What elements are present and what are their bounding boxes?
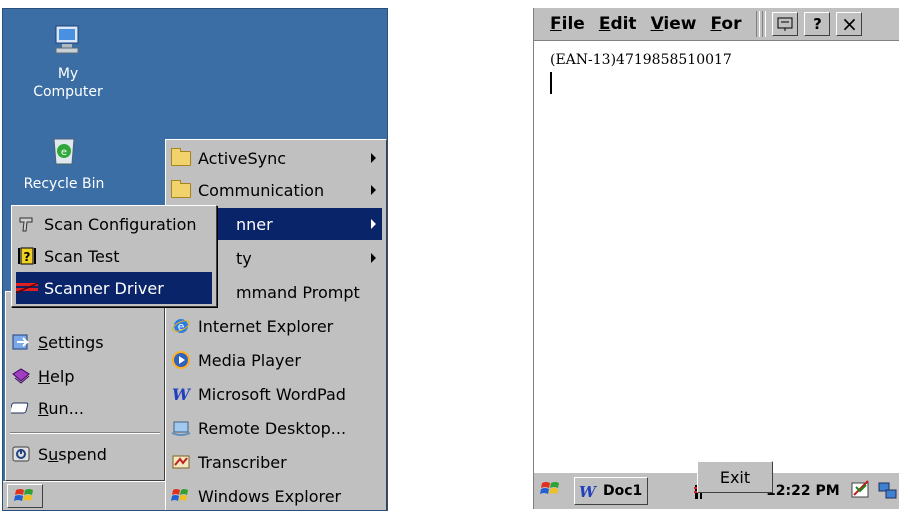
document-text[interactable]: (EAN-13)4719858510017 xyxy=(550,52,732,68)
svg-text:e: e xyxy=(61,147,67,158)
computer-icon xyxy=(55,25,79,54)
clock[interactable]: 12:22 PM xyxy=(766,483,840,499)
windows-flag-icon xyxy=(14,489,33,501)
svg-text:W: W xyxy=(172,385,191,403)
right-device-screen: File Edit View For ? × (EAN-13)471985851… xyxy=(533,8,899,509)
menu-item-transcriber[interactable]: Transcriber xyxy=(170,446,382,478)
run-icon xyxy=(10,398,32,418)
input-panel-button[interactable] xyxy=(772,12,799,36)
menu-item-settings[interactable]: Settings xyxy=(10,326,160,358)
menu-format[interactable]: For xyxy=(710,14,752,34)
programs-menu: ActiveSync Communication nner ty mmand P… xyxy=(165,139,387,510)
start-menu: Documents Settings Help Run... Suspend xyxy=(5,291,165,481)
internet-explorer-label: Internet Explorer xyxy=(198,316,334,336)
doc1-label: Doc1 xyxy=(603,483,643,499)
network-tray-icon[interactable] xyxy=(878,481,898,505)
submenu-arrow-icon xyxy=(371,219,376,229)
scanner-driver-icon xyxy=(16,278,38,298)
communication-label: Communication xyxy=(198,180,325,200)
windows-explorer-label: Windows Explorer xyxy=(198,486,342,506)
exit-popup-menu[interactable]: Exit xyxy=(697,461,773,493)
close-button[interactable]: × xyxy=(836,12,863,36)
remote-desktop-icon xyxy=(170,418,192,438)
menu-edit[interactable]: Edit xyxy=(599,14,637,34)
start-button[interactable] xyxy=(540,480,562,502)
recycle-bin-icon: e xyxy=(53,138,75,165)
text-caret xyxy=(550,72,552,94)
scan-test-icon: ? xyxy=(16,246,38,266)
scanner-driver-label: Scanner Driver xyxy=(44,278,164,298)
left-device-screen: My Computer e Recycle Bin Documents Sett… xyxy=(2,8,388,511)
settings-icon xyxy=(10,332,32,352)
menu-item-internet-explorer[interactable]: e Internet Explorer xyxy=(170,310,382,342)
remote-desktop-label: Remote Desktop... xyxy=(198,418,347,438)
folder-icon xyxy=(170,147,192,168)
menu-item-media-player[interactable]: Media Player xyxy=(170,344,382,376)
menu-item-activesync[interactable]: ActiveSync xyxy=(170,142,382,174)
transcriber-icon xyxy=(170,452,192,472)
menu-item-suspend[interactable]: Suspend xyxy=(10,438,160,470)
svg-text:W: W xyxy=(579,483,598,499)
menu-view[interactable]: View xyxy=(651,14,697,34)
svg-text:?: ? xyxy=(24,250,31,264)
help-label: Help xyxy=(38,366,75,386)
taskbar xyxy=(3,481,165,510)
toolbar-divider xyxy=(762,11,767,37)
wordpad-menubar: File Edit View For ? × xyxy=(534,8,899,41)
menu-item-communication[interactable]: Communication xyxy=(170,174,382,206)
internet-explorer-icon: e xyxy=(170,316,192,336)
keyboard-icon xyxy=(777,17,793,31)
menu-item-windows-explorer[interactable]: Windows Explorer xyxy=(170,480,382,510)
menu-separator xyxy=(10,432,160,434)
menu-item-help[interactable]: Help xyxy=(10,360,160,392)
power-icon xyxy=(851,480,869,498)
run-label: Run... xyxy=(38,398,84,418)
folder-icon xyxy=(170,179,192,200)
media-player-label: Media Player xyxy=(198,350,301,370)
wordpad-label: Microsoft WordPad xyxy=(198,384,346,404)
scan-test-label: Scan Test xyxy=(44,246,120,266)
submenu-arrow-icon xyxy=(371,253,376,263)
doc1-task-button[interactable]: W Doc1 xyxy=(574,477,648,505)
command-prompt-label: mmand Prompt xyxy=(236,282,360,302)
scan-gun-icon xyxy=(16,214,38,234)
battery-tray-icon[interactable] xyxy=(850,479,872,505)
help-button[interactable]: ? xyxy=(804,12,831,36)
start-button[interactable] xyxy=(7,484,43,508)
menu-item-run[interactable]: Run... xyxy=(10,392,160,424)
menu-item-wordpad[interactable]: W Microsoft WordPad xyxy=(170,378,382,410)
submenu-arrow-icon xyxy=(371,153,376,163)
my-computer-desktop-icon[interactable]: My Computer xyxy=(13,23,123,101)
suspend-label: Suspend xyxy=(38,444,107,464)
menu-item-scan-test[interactable]: ? Scan Test xyxy=(16,240,212,272)
wordpad-icon: W xyxy=(170,384,192,404)
settings-label: Settings xyxy=(38,332,104,352)
menu-file[interactable]: File xyxy=(550,14,585,34)
my-computer-label: My Computer xyxy=(33,66,103,100)
activesync-label: ActiveSync xyxy=(198,148,287,168)
scanner-submenu: Scan Configuration ? Scan Test Scanner D… xyxy=(11,205,217,307)
windows-flag-icon xyxy=(540,482,559,494)
transcriber-label: Transcriber xyxy=(198,452,287,472)
menu-item-scan-configuration[interactable]: Scan Configuration xyxy=(16,208,212,240)
recycle-bin-desktop-icon[interactable]: e Recycle Bin xyxy=(9,133,119,193)
windows-explorer-icon xyxy=(170,486,192,506)
scan-configuration-label: Scan Configuration xyxy=(44,214,197,234)
help-book-icon xyxy=(10,366,32,386)
suspend-icon xyxy=(10,444,32,464)
network-icon xyxy=(878,482,897,499)
menu-item-scanner-driver[interactable]: Scanner Driver xyxy=(16,272,212,304)
submenu-arrow-icon xyxy=(371,185,376,195)
toolbar-divider xyxy=(756,11,761,37)
recycle-bin-label: Recycle Bin xyxy=(23,176,105,192)
menu-item-remote-desktop[interactable]: Remote Desktop... xyxy=(170,412,382,444)
media-player-icon xyxy=(170,350,192,370)
wordpad-icon: W xyxy=(579,483,598,499)
